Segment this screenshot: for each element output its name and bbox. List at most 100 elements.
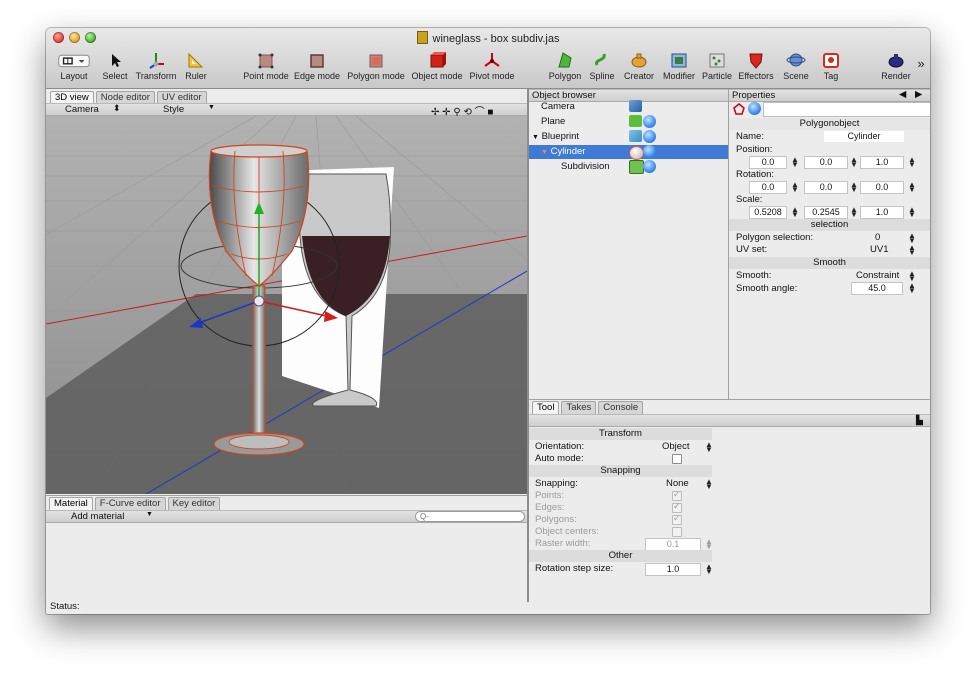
edges-checkbox[interactable] [672,501,682,513]
back-arrow-icon[interactable]: ◀ [899,89,906,100]
tab-fcurve-editor[interactable]: F-Curve editor [94,497,166,510]
tab-key-editor[interactable]: Key editor [167,497,221,510]
scene-button[interactable]: Scene [781,50,811,86]
plane-tag-icon[interactable] [643,115,656,128]
rotation-x-stepper[interactable]: ▲ ▼ [791,181,799,194]
scene-icon [786,53,806,67]
polygons-checkbox[interactable] [672,513,682,525]
add-material-arrow-icon[interactable]: ▼ [146,511,153,518]
layout-button[interactable]: Layout [54,50,94,86]
pin-panel-icon[interactable]: ▙ [916,415,923,426]
blueprint-tag-icon[interactable] [643,130,656,143]
orientation-value[interactable]: Object [662,441,689,452]
polygon-selection-value[interactable]: 0 [875,232,880,243]
spline-button[interactable]: Spline [587,50,617,86]
polygon-button[interactable]: Polygon [548,50,582,86]
ruler-icon [188,52,204,68]
style-menu-arrow-icon[interactable]: ▼ [208,104,215,111]
object-mode-button[interactable]: Object mode [410,50,464,86]
transform-button[interactable]: Transform [134,50,178,86]
render-button[interactable]: Render [876,50,916,86]
rotation-step-stepper[interactable]: ▲ ▼ [705,563,713,576]
position-y-field[interactable]: 0.0 [804,156,848,169]
tab-material[interactable]: Material [49,497,93,510]
uv-set-stepper[interactable]: ▲ ▼ [908,244,916,257]
pivot-mode-button[interactable]: Pivot mode [467,50,517,86]
effectors-shield-icon [749,53,763,69]
point-mode-button[interactable]: Point mode [242,50,290,86]
rotation-label: Rotation: [736,169,775,180]
camera-menu-stepper-icon[interactable]: ⬍ [113,103,121,114]
rotation-step-field[interactable]: 1.0 [645,563,701,576]
cylinder-tag-icon[interactable] [643,145,656,158]
raster-width-stepper[interactable]: ▲ ▼ [705,538,713,551]
scale-y-field[interactable]: 0.2545 [804,206,848,219]
snapping-stepper[interactable]: ▲ ▼ [705,478,713,491]
camera-menu[interactable]: Camera [65,104,99,115]
scale-z-stepper[interactable]: ▲ ▼ [908,206,916,219]
ruler-button[interactable]: Ruler [183,50,209,86]
expand-arrow-icon[interactable]: ▼ [541,149,548,156]
scale-x-field[interactable]: 0.5208 [749,206,787,219]
effectors-button[interactable]: Effectors [736,50,776,86]
tree-item-blueprint[interactable]: ▼ Blueprint [532,131,579,142]
orientation-stepper[interactable]: ▲ ▼ [705,441,713,454]
tree-item-plane[interactable]: Plane [541,116,565,127]
smooth-stepper[interactable]: ▲ ▼ [908,270,916,283]
app-window: wineglass - box subdiv.jas Layout Select… [46,28,930,614]
tab-tool[interactable]: Tool [532,401,560,414]
rotation-z-field[interactable]: 0.0 [860,181,904,194]
modifier-button[interactable]: Modifier [660,50,698,86]
points-checkbox[interactable] [672,489,682,501]
tab-console[interactable]: Console [598,401,644,414]
material-search-input[interactable] [415,511,525,522]
position-z-field[interactable]: 1.0 [860,156,904,169]
add-material-menu[interactable]: Add material [71,511,124,522]
tree-item-subdivision[interactable]: Subdivision [561,161,610,172]
rotation-y-stepper[interactable]: ▲ ▼ [850,181,858,194]
position-x-stepper[interactable]: ▲ ▼ [791,156,799,169]
smooth-angle-field[interactable]: 45.0 [851,282,903,295]
smooth-section: Smooth [729,257,930,269]
rotation-step-label: Rotation step size: [535,563,614,574]
creator-button[interactable]: Creator [622,50,656,86]
tree-item-cylinder-selected[interactable]: ▼ Cylinder [529,145,728,160]
rotation-z-stepper[interactable]: ▲ ▼ [908,181,916,194]
tab-takes[interactable]: Takes [561,401,597,414]
snapping-value[interactable]: None [666,478,689,489]
forward-arrow-icon[interactable]: ▶ [915,89,922,100]
scale-z-field[interactable]: 1.0 [860,206,904,219]
uv-set-value[interactable]: UV1 [870,244,888,255]
polygon-selection-stepper[interactable]: ▲ ▼ [908,232,916,245]
position-x-field[interactable]: 0.0 [749,156,787,169]
rotation-y-field[interactable]: 0.0 [804,181,848,194]
auto-mode-checkbox[interactable] [672,454,682,464]
polygon-object-icon[interactable] [733,103,745,115]
tag-button[interactable]: Tag [816,50,846,86]
edge-mode-button[interactable]: Edge mode [294,50,340,86]
toolbar-overflow-button[interactable]: » [914,56,928,92]
material-panel: Material F-Curve editor Key editor Add m… [46,495,527,599]
style-menu[interactable]: Style [163,104,184,115]
smooth-angle-stepper[interactable]: ▲ ▼ [908,282,916,295]
smooth-value[interactable]: Constraint [856,270,899,281]
3d-viewport[interactable] [46,116,527,494]
scale-y-stepper[interactable]: ▲ ▼ [850,206,858,219]
polygon-mode-button[interactable]: Polygon mode [346,50,406,86]
rotation-x-field[interactable]: 0.0 [749,181,787,194]
particle-button[interactable]: Particle [701,50,733,86]
polygons-label: Polygons: [535,514,577,525]
select-button[interactable]: Select [101,50,129,86]
plane-object-icon [629,115,642,127]
subdivision-tag-icon[interactable] [643,160,656,173]
edge-cube-icon [310,54,324,68]
name-field[interactable]: Cylinder [824,131,904,142]
scale-x-stepper[interactable]: ▲ ▼ [791,206,799,219]
properties-tag-icon[interactable] [748,102,761,115]
position-z-stepper[interactable]: ▲ ▼ [908,156,916,169]
position-y-stepper[interactable]: ▲ ▼ [850,156,858,169]
properties-panel: Properties ◀ ▶ Polygonobject Name: Cylin… [729,89,930,399]
tree-item-camera[interactable]: Camera [541,101,575,112]
object-centers-checkbox[interactable] [672,527,682,537]
expand-arrow-icon[interactable]: ▼ [532,134,539,141]
